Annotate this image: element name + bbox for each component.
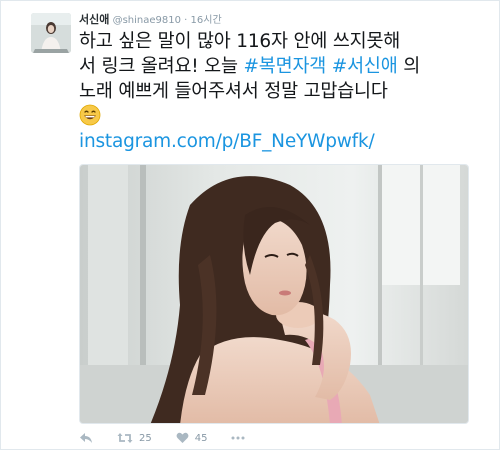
reply-icon <box>79 432 93 444</box>
reply-button[interactable] <box>79 432 93 444</box>
more-icon <box>231 436 245 440</box>
hashtag-link[interactable]: #복면자객 <box>244 56 327 77</box>
grinning-face-icon <box>79 104 101 126</box>
display-name[interactable]: 서신애 <box>79 13 109 26</box>
like-count: 45 <box>194 432 208 444</box>
tweet-timestamp[interactable]: 16시간 <box>191 15 222 26</box>
user-handle[interactable]: @shinae9810 <box>113 15 181 26</box>
tweet-actions: 25 45 <box>79 429 269 447</box>
separator: · <box>184 15 188 26</box>
tweet-link[interactable]: instagram.com/p/BF_NeYWpwfk/ <box>79 131 375 152</box>
more-button[interactable] <box>231 436 245 440</box>
tweet-text: 하고 싶은 말이 많아 116자 안에 쓰지못해 서 링크 올려요! 오늘 #복… <box>79 29 489 154</box>
avatar[interactable] <box>31 13 71 53</box>
retweet-button[interactable]: 25 <box>117 432 152 444</box>
tweet-header: 서신애 @shinae9810 · 16시간 <box>79 13 222 28</box>
hashtag-link[interactable]: #서신애 <box>332 56 398 77</box>
heart-icon <box>176 432 189 444</box>
tweet-text-line1: 하고 싶은 말이 많아 116자 안에 쓰지못해 <box>79 31 401 52</box>
retweet-count: 25 <box>139 432 152 444</box>
tweet-text-line3: 노래 예쁘게 들어주셔서 정말 고맙습니다 <box>79 81 388 102</box>
retweet-icon <box>117 432 133 444</box>
tweet-photo[interactable] <box>79 164 469 424</box>
like-button[interactable]: 45 <box>176 432 208 444</box>
tweet-card: 서신애 @shinae9810 · 16시간 하고 싶은 말이 많아 116자 … <box>0 0 500 450</box>
tweet-text-line2-end: 의 <box>397 56 421 77</box>
tweet-text-line2: 서 링크 올려요! 오늘 <box>79 56 244 77</box>
